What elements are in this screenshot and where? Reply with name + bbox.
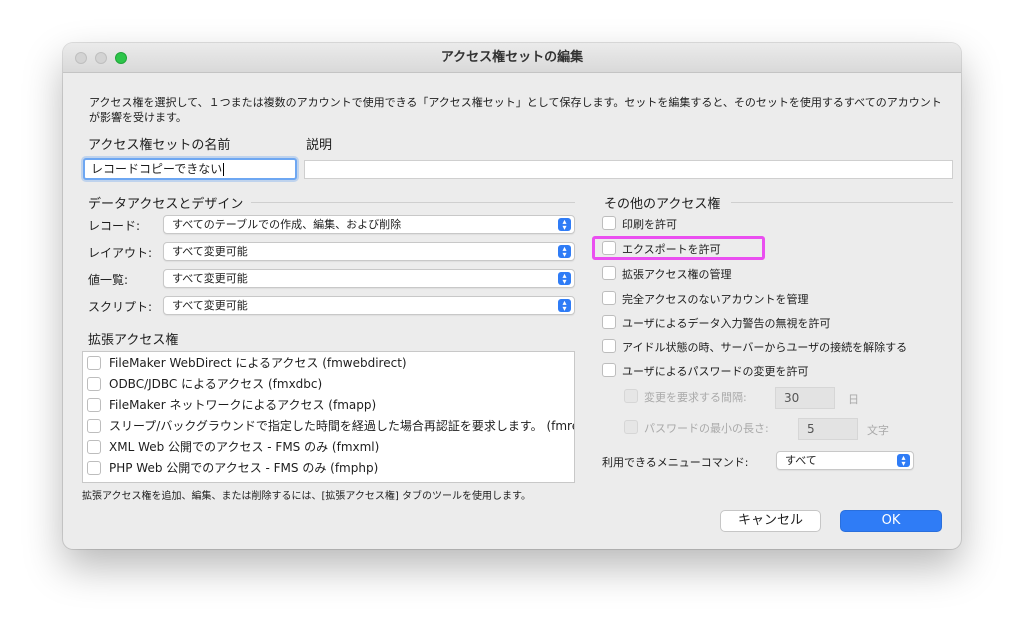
list-item-label: FileMaker ネットワークによるアクセス (fmapp) (109, 398, 377, 412)
list-item-label: XML Web 公開でのアクセス - FMS のみ (fmxml) (109, 440, 380, 454)
menu-commands-label: 利用できるメニューコマンド: (602, 456, 749, 469)
menu-commands-popup[interactable]: すべて ▴ ▾ (776, 451, 914, 470)
min-length-label: パスワードの最小の長さ: (644, 422, 769, 435)
chevron-updown-icon: ▴ ▾ (558, 218, 571, 232)
records-popup[interactable]: すべてのテーブルでの作成、編集、および削除 ▴ ▾ (163, 215, 575, 234)
extended-privileges-footer: 拡張アクセス権を追加、編集、または削除するには、[拡張アクセス権] タブのツール… (82, 491, 531, 502)
scripts-popup-value: すべて変更可能 (172, 299, 248, 312)
list-item-label: PHP Web 公開でのアクセス - FMS のみ (fmphp) (109, 461, 379, 475)
extended-privilege-checkbox[interactable] (87, 419, 101, 433)
list-item-label: ODBC/JDBC によるアクセス (fmxdbc) (109, 377, 323, 391)
value-lists-popup[interactable]: すべて変更可能 ▴ ▾ (163, 269, 575, 288)
text-caret (223, 163, 225, 176)
records-label: レコード: (88, 219, 141, 233)
section-divider (251, 202, 575, 203)
layouts-popup-value: すべて変更可能 (172, 245, 248, 258)
dialog-description: アクセス権を選択して、１つまたは複数のアカウントで使用できる「アクセス権セット」… (89, 96, 942, 124)
manage-extended-privileges-label: 拡張アクセス権の管理 (622, 268, 732, 281)
name-label: アクセス権セットの名前 (88, 138, 231, 153)
change-interval-checkbox (624, 389, 638, 403)
min-length-field: 5 (798, 418, 858, 440)
records-popup-value: すべてのテーブルでの作成、編集、および削除 (172, 218, 402, 231)
extended-privileges-title: 拡張アクセス権 (88, 333, 179, 348)
list-item-label: FileMaker WebDirect によるアクセス (fmwebdirect… (109, 356, 407, 370)
modify-password-checkbox[interactable] (602, 363, 616, 377)
change-interval-label: 変更を要求する間隔: (644, 391, 747, 404)
value-lists-label: 値一覧: (88, 273, 129, 287)
list-item[interactable]: FileMaker ネットワークによるアクセス (fmapp) (83, 395, 574, 416)
layouts-popup[interactable]: すべて変更可能 ▴ ▾ (163, 242, 575, 261)
chevron-updown-icon: ▴ ▾ (558, 299, 571, 313)
description-label: 説明 (306, 138, 333, 153)
list-item[interactable]: PHP Web 公開でのアクセス - FMS のみ (fmphp) (83, 458, 574, 479)
edit-privilege-set-dialog: アクセス権セットの編集 アクセス権を選択して、１つまたは複数のアカウントで使用で… (63, 43, 961, 549)
ok-button[interactable]: OK (840, 510, 942, 532)
change-interval-field: 30 (775, 387, 835, 409)
other-privileges-title: その他のアクセス権 (604, 197, 721, 212)
extended-privilege-checkbox[interactable] (87, 398, 101, 412)
layouts-label: レイアウト: (88, 246, 153, 260)
data-access-title: データアクセスとデザイン (88, 197, 244, 212)
extended-privilege-checkbox[interactable] (87, 461, 101, 475)
name-field-value: レコードコピーできない (91, 162, 223, 176)
cancel-button[interactable]: キャンセル (720, 510, 821, 532)
extended-privilege-checkbox[interactable] (87, 356, 101, 370)
chevron-updown-icon: ▴ ▾ (558, 272, 571, 286)
allow-printing-checkbox[interactable] (602, 216, 616, 230)
annotation-highlight (592, 236, 765, 260)
allow-printing-label: 印刷を許可 (622, 218, 677, 231)
days-unit-label: 日 (848, 393, 859, 406)
chars-unit-label: 文字 (867, 424, 889, 437)
extended-privileges-list[interactable]: FileMaker WebDirect によるアクセス (fmwebdirect… (82, 351, 575, 483)
extended-privilege-checkbox[interactable] (87, 440, 101, 454)
list-item[interactable]: スリープ/バックグラウンドで指定した時間を経過した場合再認証を要求します。 (f… (83, 416, 574, 437)
manage-extended-privileges-checkbox[interactable] (602, 266, 616, 280)
scripts-popup[interactable]: すべて変更可能 ▴ ▾ (163, 296, 575, 315)
override-validation-label: ユーザによるデータ入力警告の無視を許可 (622, 317, 831, 330)
list-item[interactable]: ODBC/JDBC によるアクセス (fmxdbc) (83, 374, 574, 395)
min-length-checkbox (624, 420, 638, 434)
privilege-set-name-field[interactable]: レコードコピーできない (83, 158, 297, 180)
manage-accounts-label: 完全アクセスのないアカウントを管理 (622, 293, 809, 306)
disconnect-idle-checkbox[interactable] (602, 339, 616, 353)
chevron-updown-icon: ▴ ▾ (897, 454, 910, 468)
disconnect-idle-label: アイドル状態の時、サーバーからユーザの接続を解除する (622, 341, 908, 354)
override-validation-checkbox[interactable] (602, 315, 616, 329)
chevron-updown-icon: ▴ ▾ (558, 245, 571, 259)
list-item[interactable]: FileMaker WebDirect によるアクセス (fmwebdirect… (83, 353, 574, 374)
modify-password-label: ユーザによるパスワードの変更を許可 (622, 365, 809, 378)
value-lists-popup-value: すべて変更可能 (172, 272, 248, 285)
menu-commands-popup-value: すべて (785, 454, 817, 467)
titlebar: アクセス権セットの編集 (63, 43, 961, 73)
window-title: アクセス権セットの編集 (440, 50, 584, 65)
list-item[interactable]: XML Web 公開でのアクセス - FMS のみ (fmxml) (83, 437, 574, 458)
extended-privilege-checkbox[interactable] (87, 377, 101, 391)
list-item-label: スリープ/バックグラウンドで指定した時間を経過した場合再認証を要求します。 (f… (109, 419, 574, 433)
manage-accounts-checkbox[interactable] (602, 291, 616, 305)
scripts-label: スクリプト: (88, 300, 153, 314)
section-divider (731, 202, 953, 203)
privilege-set-description-field[interactable] (304, 160, 953, 179)
